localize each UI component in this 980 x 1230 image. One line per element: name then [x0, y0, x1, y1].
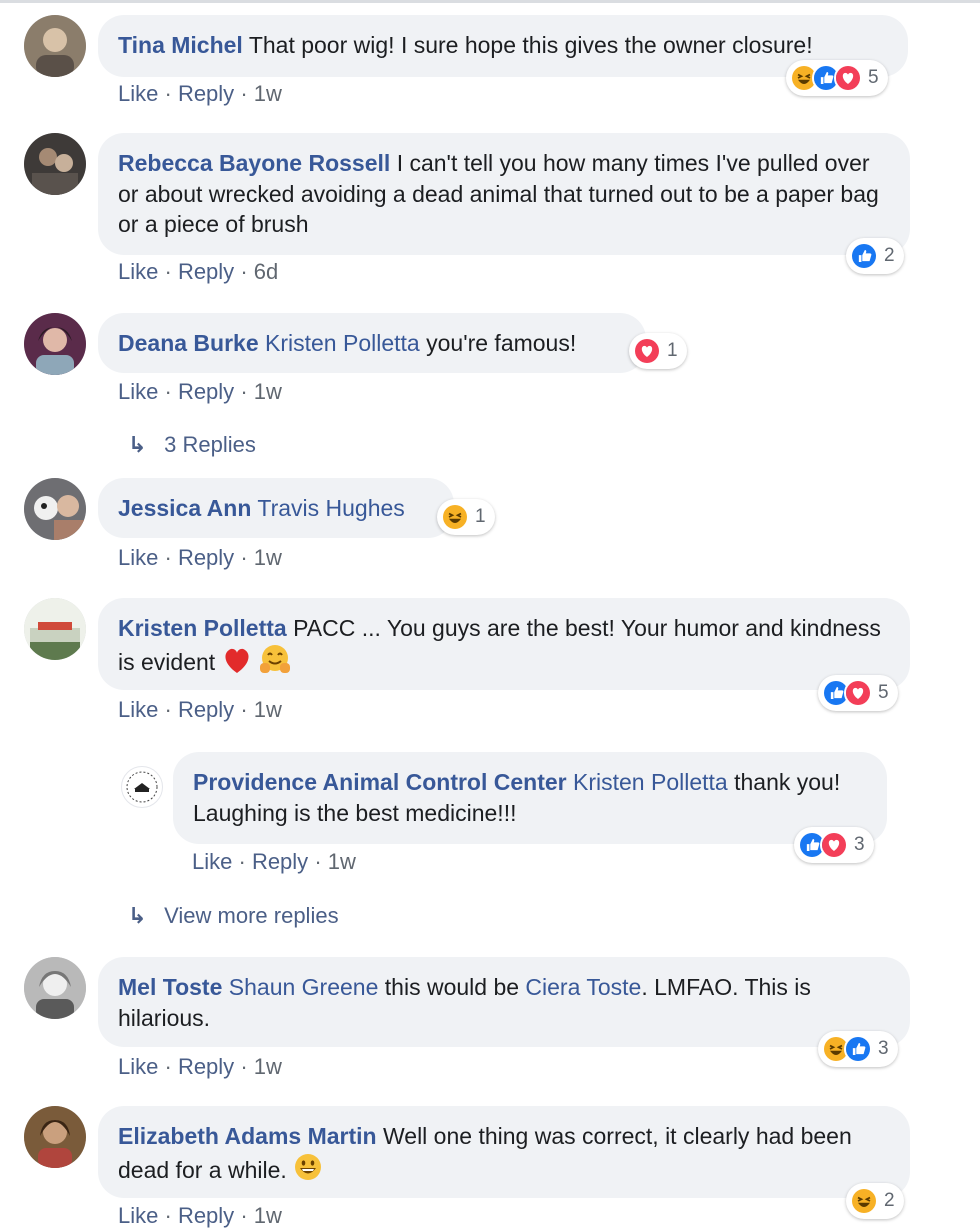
like-link[interactable]: Like — [118, 81, 158, 106]
love-icon — [834, 64, 862, 92]
like-link[interactable]: Like — [192, 849, 232, 874]
avatar[interactable] — [24, 957, 86, 1019]
love-icon — [844, 679, 872, 707]
timestamp[interactable]: 1w — [254, 81, 282, 106]
comment-author[interactable]: Kristen Polletta — [118, 615, 287, 641]
mention-link[interactable]: Ciera Toste — [525, 974, 641, 1000]
avatar[interactable] — [24, 1106, 86, 1168]
timestamp[interactable]: 1w — [328, 849, 356, 874]
reaction-summary[interactable]: 5 — [818, 675, 898, 711]
reply-link[interactable]: Reply — [178, 259, 234, 284]
reply-author[interactable]: Providence Animal Control Center — [193, 769, 567, 795]
timestamp[interactable]: 6d — [254, 259, 278, 284]
reaction-count: 3 — [854, 834, 865, 855]
reply-arrow-icon: ↳ — [128, 903, 147, 928]
avatar[interactable] — [24, 478, 86, 540]
comment-bubble: Elizabeth Adams Martin Well one thing wa… — [98, 1106, 910, 1198]
love-icon — [820, 831, 848, 859]
reaction-summary[interactable]: 1 — [437, 499, 495, 535]
reply-bubble: Providence Animal Control Center Kristen… — [173, 752, 887, 844]
reaction-count: 5 — [878, 682, 889, 703]
reply-link[interactable]: Reply — [178, 545, 234, 570]
love-icon — [633, 337, 661, 365]
reply-link[interactable]: Reply — [178, 379, 234, 404]
like-link[interactable]: Like — [118, 697, 158, 722]
comment-actions: Like · Reply · 1w — [118, 81, 282, 106]
comment-actions: Like · Reply · 1w — [118, 697, 282, 722]
reaction-summary[interactable]: 3 — [794, 827, 874, 863]
reply-arrow-icon: ↳ — [128, 432, 147, 457]
comment-bubble: Jessica Ann Travis Hughes — [98, 478, 454, 538]
comment-actions: Like · Reply · 1w — [118, 1203, 282, 1228]
comment-text: this would be — [384, 974, 520, 1000]
reaction-count: 3 — [878, 1038, 889, 1059]
haha-icon — [850, 1187, 878, 1215]
comment-text: you're famous! — [426, 330, 577, 356]
reaction-summary[interactable]: 1 — [629, 333, 687, 369]
hugging-face-icon — [258, 644, 292, 682]
reaction-summary[interactable]: 2 — [846, 238, 904, 274]
comment-text: That poor wig! I sure hope this gives th… — [248, 32, 813, 58]
red-heart-icon — [222, 646, 252, 682]
reply-actions: Like · Reply · 1w — [192, 849, 356, 874]
replies-count-label[interactable]: 3 Replies — [164, 432, 256, 457]
avatar[interactable] — [24, 313, 86, 375]
like-link[interactable]: Like — [118, 1054, 158, 1079]
reaction-summary[interactable]: 3 — [818, 1031, 898, 1067]
timestamp[interactable]: 1w — [254, 1054, 282, 1079]
comment-author[interactable]: Deana Burke — [118, 330, 259, 356]
view-more-replies-link[interactable]: ↳ View more replies — [128, 903, 339, 929]
reaction-count: 2 — [884, 1190, 895, 1211]
comment-actions: Like · Reply · 1w — [118, 1054, 282, 1079]
reply-link[interactable]: Reply — [252, 849, 308, 874]
like-link[interactable]: Like — [118, 379, 158, 404]
reply-link[interactable]: Reply — [178, 1054, 234, 1079]
comment-author[interactable]: Tina Michel — [118, 32, 243, 58]
comment-author[interactable]: Elizabeth Adams Martin — [118, 1123, 377, 1149]
view-replies-link[interactable]: ↳ 3 Replies — [128, 432, 256, 458]
like-icon — [844, 1035, 872, 1063]
mention-link[interactable]: Travis Hughes — [257, 495, 404, 521]
avatar[interactable] — [24, 15, 86, 77]
timestamp[interactable]: 1w — [254, 379, 282, 404]
reaction-count: 1 — [475, 506, 486, 527]
avatar[interactable] — [121, 766, 163, 808]
comment-author[interactable]: Rebecca Bayone Rossell — [118, 150, 390, 176]
reaction-count: 5 — [868, 67, 879, 88]
reaction-count: 2 — [884, 245, 895, 266]
timestamp[interactable]: 1w — [254, 545, 282, 570]
reaction-summary[interactable]: 2 — [846, 1183, 904, 1219]
reply-link[interactable]: Reply — [178, 81, 234, 106]
comment-bubble: Mel Toste Shaun Greene this would be Cie… — [98, 957, 910, 1047]
timestamp[interactable]: 1w — [254, 697, 282, 722]
view-more-label[interactable]: View more replies — [164, 903, 338, 928]
comment-actions: Like · Reply · 6d — [118, 259, 279, 284]
comment-bubble: Rebecca Bayone Rossell I can't tell you … — [98, 133, 910, 255]
mention-link[interactable]: Shaun Greene — [229, 974, 379, 1000]
comment-bubble: Deana Burke Kristen Polletta you're famo… — [98, 313, 646, 373]
like-icon — [850, 242, 878, 270]
comment-actions: Like · Reply · 1w — [118, 545, 282, 570]
comment-bubble: Kristen Polletta PACC ... You guys are t… — [98, 598, 910, 690]
haha-icon — [441, 503, 469, 531]
reaction-count: 1 — [667, 340, 678, 361]
comment-author[interactable]: Mel Toste — [118, 974, 222, 1000]
mention-link[interactable]: Kristen Polletta — [265, 330, 420, 356]
reply-link[interactable]: Reply — [178, 697, 234, 722]
like-link[interactable]: Like — [118, 259, 158, 284]
avatar[interactable] — [24, 598, 86, 660]
reaction-summary[interactable]: 5 — [786, 60, 888, 96]
comment-author[interactable]: Jessica Ann — [118, 495, 251, 521]
top-divider — [0, 0, 980, 3]
comment-actions: Like · Reply · 1w — [118, 379, 282, 404]
mention-link[interactable]: Kristen Polletta — [573, 769, 728, 795]
comment-bubble: Tina Michel That poor wig! I sure hope t… — [98, 15, 908, 77]
like-link[interactable]: Like — [118, 545, 158, 570]
avatar[interactable] — [24, 133, 86, 195]
grinning-face-icon — [293, 1152, 323, 1190]
